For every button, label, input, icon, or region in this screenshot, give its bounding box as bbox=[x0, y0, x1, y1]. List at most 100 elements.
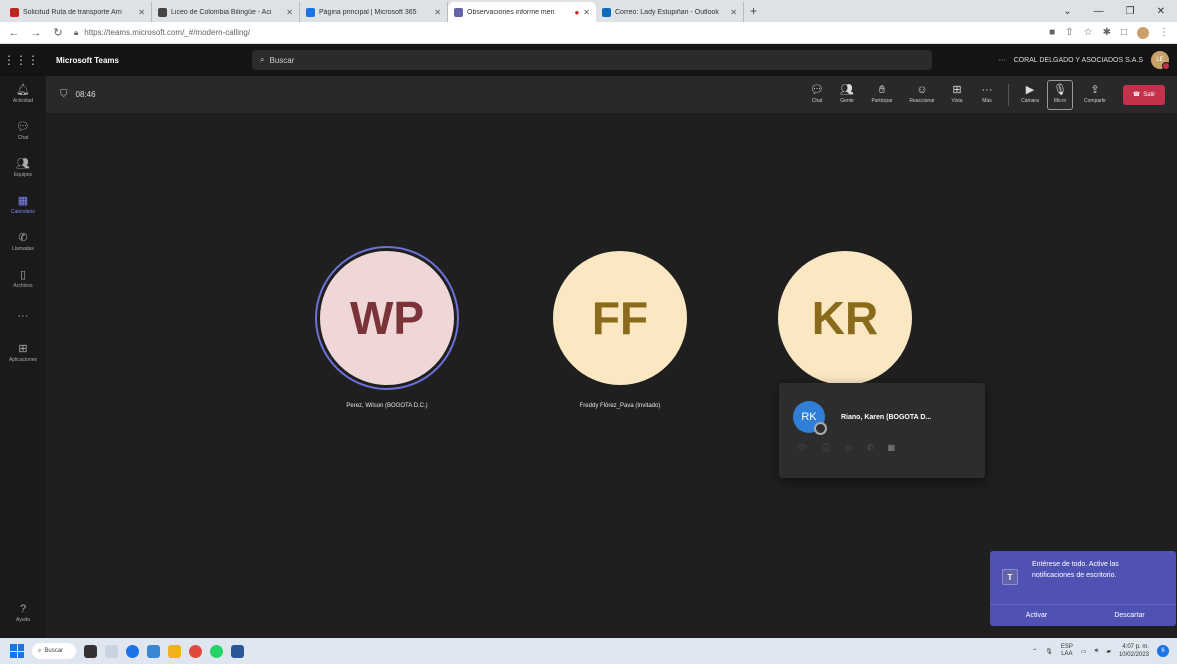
menu-icon[interactable]: ⋮ bbox=[1159, 27, 1169, 38]
camera-blocked-icon[interactable]: ■ bbox=[1049, 27, 1055, 38]
mic-button[interactable]: 🎙︎ Micro bbox=[1047, 79, 1073, 110]
chrome-icon[interactable] bbox=[189, 644, 202, 658]
camera-off-icon: ▶ bbox=[1025, 84, 1035, 96]
meeting-timer: ⛉ 08:46 bbox=[46, 89, 96, 100]
browser-tab-active[interactable]: Observaciones informe men ● ✕ bbox=[448, 2, 596, 22]
close-window-button[interactable]: ✕ bbox=[1157, 6, 1165, 17]
chevron-up-icon[interactable]: ⌃ bbox=[1032, 648, 1037, 655]
clock[interactable]: 4:07 p. m. 10/02/2023 bbox=[1119, 643, 1149, 659]
person-icon[interactable]: 👤︎ bbox=[821, 443, 831, 452]
close-icon[interactable]: ✕ bbox=[434, 8, 441, 17]
participant-tile[interactable]: WP Perez, Wilson (BOGOTA D.C.) bbox=[320, 251, 454, 409]
activate-button[interactable]: Activar bbox=[990, 605, 1083, 626]
more-icon: ··· bbox=[981, 84, 993, 96]
close-icon[interactable]: ✕ bbox=[286, 8, 293, 17]
camera-button[interactable]: ▶ Cámara bbox=[1017, 84, 1043, 105]
url-field[interactable]: 🔒︎ https://teams.microsoft.com/_#/modern… bbox=[74, 28, 1039, 38]
file-explorer-icon[interactable] bbox=[168, 644, 181, 658]
volume-icon[interactable]: 🔊︎ bbox=[1095, 648, 1099, 655]
close-icon[interactable]: ✕ bbox=[730, 8, 737, 17]
whatsapp-icon[interactable] bbox=[210, 644, 223, 658]
chat-button[interactable]: 💬︎ Chat bbox=[804, 84, 830, 105]
rail-item-ayuda[interactable]: ? Ayuda bbox=[0, 595, 46, 632]
more-button[interactable]: ··· Más bbox=[974, 84, 1000, 105]
word-icon[interactable] bbox=[231, 644, 244, 658]
rail-item-aplicaciones[interactable]: ⊞ Aplicaciones bbox=[0, 335, 46, 372]
microsoft-365-icon bbox=[306, 7, 315, 17]
store-icon[interactable] bbox=[147, 644, 160, 658]
share-icon: ⇪ bbox=[1090, 84, 1100, 96]
back-button[interactable]: ← bbox=[8, 27, 20, 39]
star-icon[interactable]: ☆ bbox=[1084, 27, 1093, 38]
forward-button[interactable]: → bbox=[30, 27, 42, 39]
org-name: CORAL DELGADO Y ASOCIADOS S.A.S bbox=[1013, 56, 1143, 64]
widgets-icon[interactable] bbox=[105, 644, 118, 658]
taskbar: ⌕ Buscar ⌃ 🎙︎ ESP LAA ▭ 🔊︎ ▰ 4:07 p. m. 10… bbox=[0, 638, 1177, 664]
rail-item-actividad[interactable]: 🔔︎ Actividad bbox=[0, 76, 46, 113]
browser-tab[interactable]: Solicitud Ruta de transporte Arri ✕ bbox=[4, 2, 152, 22]
people-button[interactable]: 👥︎ Gente bbox=[834, 85, 860, 105]
browser-tab[interactable]: Página principal | Microsoft 365 ✕ bbox=[300, 2, 448, 22]
leave-button[interactable]: ☎ Salir bbox=[1123, 84, 1165, 105]
reload-button[interactable]: ↻ bbox=[52, 26, 64, 39]
maximize-button[interactable]: ❐ bbox=[1126, 6, 1135, 17]
browser-tab[interactable]: Correo: Lady Estupiñan - Outlook ✕ bbox=[596, 2, 744, 22]
raise-hand-button[interactable]: ✋︎ Participar bbox=[864, 85, 900, 105]
video-icon[interactable]: ▭ bbox=[845, 443, 853, 452]
timer-text: 08:46 bbox=[75, 90, 96, 99]
react-button[interactable]: ☺ Reaccionar bbox=[904, 85, 940, 105]
mic-off-icon: 🎙︎ bbox=[1053, 84, 1067, 96]
calendar-icon[interactable]: ▦ bbox=[888, 443, 896, 452]
avatar[interactable]: RK bbox=[793, 401, 827, 435]
network-icon[interactable]: ▭ bbox=[1081, 648, 1087, 655]
extensions-icon[interactable]: ✱ bbox=[1103, 27, 1111, 38]
bell-icon: 🔔︎ bbox=[16, 84, 30, 96]
edge-icon[interactable] bbox=[126, 644, 139, 658]
tab-search-icon[interactable]: ⌄ bbox=[1063, 6, 1071, 17]
search-input[interactable]: ⌕ Buscar bbox=[252, 50, 932, 70]
phone-icon: ✆ bbox=[18, 232, 28, 244]
rail-item-more[interactable]: ··· bbox=[0, 298, 46, 335]
rail-item-equipos[interactable]: 👥︎ Equipos bbox=[0, 150, 46, 187]
taskbar-search[interactable]: ⌕ Buscar bbox=[32, 643, 76, 659]
phone-icon[interactable]: ✆ bbox=[867, 443, 874, 452]
language-indicator[interactable]: ESP LAA bbox=[1061, 644, 1073, 658]
windows-start-icon[interactable] bbox=[10, 644, 24, 658]
profile-icon[interactable] bbox=[1137, 26, 1149, 39]
task-view-icon[interactable] bbox=[84, 644, 97, 658]
sidebar-icon[interactable]: □ bbox=[1121, 27, 1127, 38]
rail-item-chat[interactable]: 💬︎ Chat bbox=[0, 113, 46, 150]
share-button[interactable]: ⇪ Compartir bbox=[1077, 84, 1113, 105]
new-tab-button[interactable]: + bbox=[744, 4, 763, 18]
teams-logo-icon: T bbox=[1002, 569, 1018, 585]
rail-item-archivos[interactable]: ▯ Archivos bbox=[0, 261, 46, 298]
close-icon[interactable]: ✕ bbox=[583, 8, 590, 17]
share-icon[interactable]: ⇧ bbox=[1065, 27, 1073, 38]
system-tray: ⌃ 🎙︎ ESP LAA ▭ 🔊︎ ▰ 4:07 p. m. 10/02/2023 … bbox=[1032, 643, 1177, 659]
hover-card-name: Riano, Karen (BOGOTA D... bbox=[841, 413, 932, 421]
outlook-icon bbox=[602, 7, 611, 17]
rail-item-llamadas[interactable]: ✆ Llamadas bbox=[0, 224, 46, 261]
participant-tile[interactable]: FF Freddy Flórez_Pava (Invitado) bbox=[553, 251, 687, 409]
mic-icon[interactable]: 🎙︎ bbox=[1045, 648, 1053, 655]
rail-item-calendario[interactable]: ▦ Calendario bbox=[0, 187, 46, 224]
org-switcher[interactable]: ··· CORAL DELGADO Y ASOCIADOS S.A.S LE bbox=[999, 51, 1177, 70]
help-icon: ? bbox=[19, 603, 27, 615]
participant-tile[interactable]: KR bbox=[778, 251, 912, 385]
browser-tab[interactable]: Liceo de Colombia Bilingüe - Aci ✕ bbox=[152, 2, 300, 22]
dismiss-button[interactable]: Descartar bbox=[1083, 605, 1176, 626]
chat-icon: 💬︎ bbox=[16, 121, 30, 133]
app-launcher-icon[interactable]: ⋮⋮⋮ bbox=[0, 53, 42, 67]
meeting-control-bar: ⛉ 08:46 💬︎ Chat 👥︎ Gente ✋︎ Participar ☺ Rea… bbox=[46, 76, 1177, 113]
view-button[interactable]: ⊞ Vista bbox=[944, 85, 970, 105]
avatar[interactable]: LE bbox=[1151, 51, 1170, 70]
notification-badge[interactable]: 6 bbox=[1157, 645, 1169, 657]
chat-icon: 💬︎ bbox=[810, 84, 824, 96]
more-icon[interactable]: ··· bbox=[999, 57, 1006, 64]
gmail-icon bbox=[10, 7, 19, 17]
battery-icon[interactable]: ▰ bbox=[1106, 648, 1111, 655]
chat-icon[interactable]: 💬︎ bbox=[797, 443, 807, 452]
toast-message: Entérese de todo. Active las notificacio… bbox=[1032, 561, 1119, 579]
close-icon[interactable]: ✕ bbox=[138, 8, 145, 17]
minimize-button[interactable]: — bbox=[1094, 6, 1104, 17]
